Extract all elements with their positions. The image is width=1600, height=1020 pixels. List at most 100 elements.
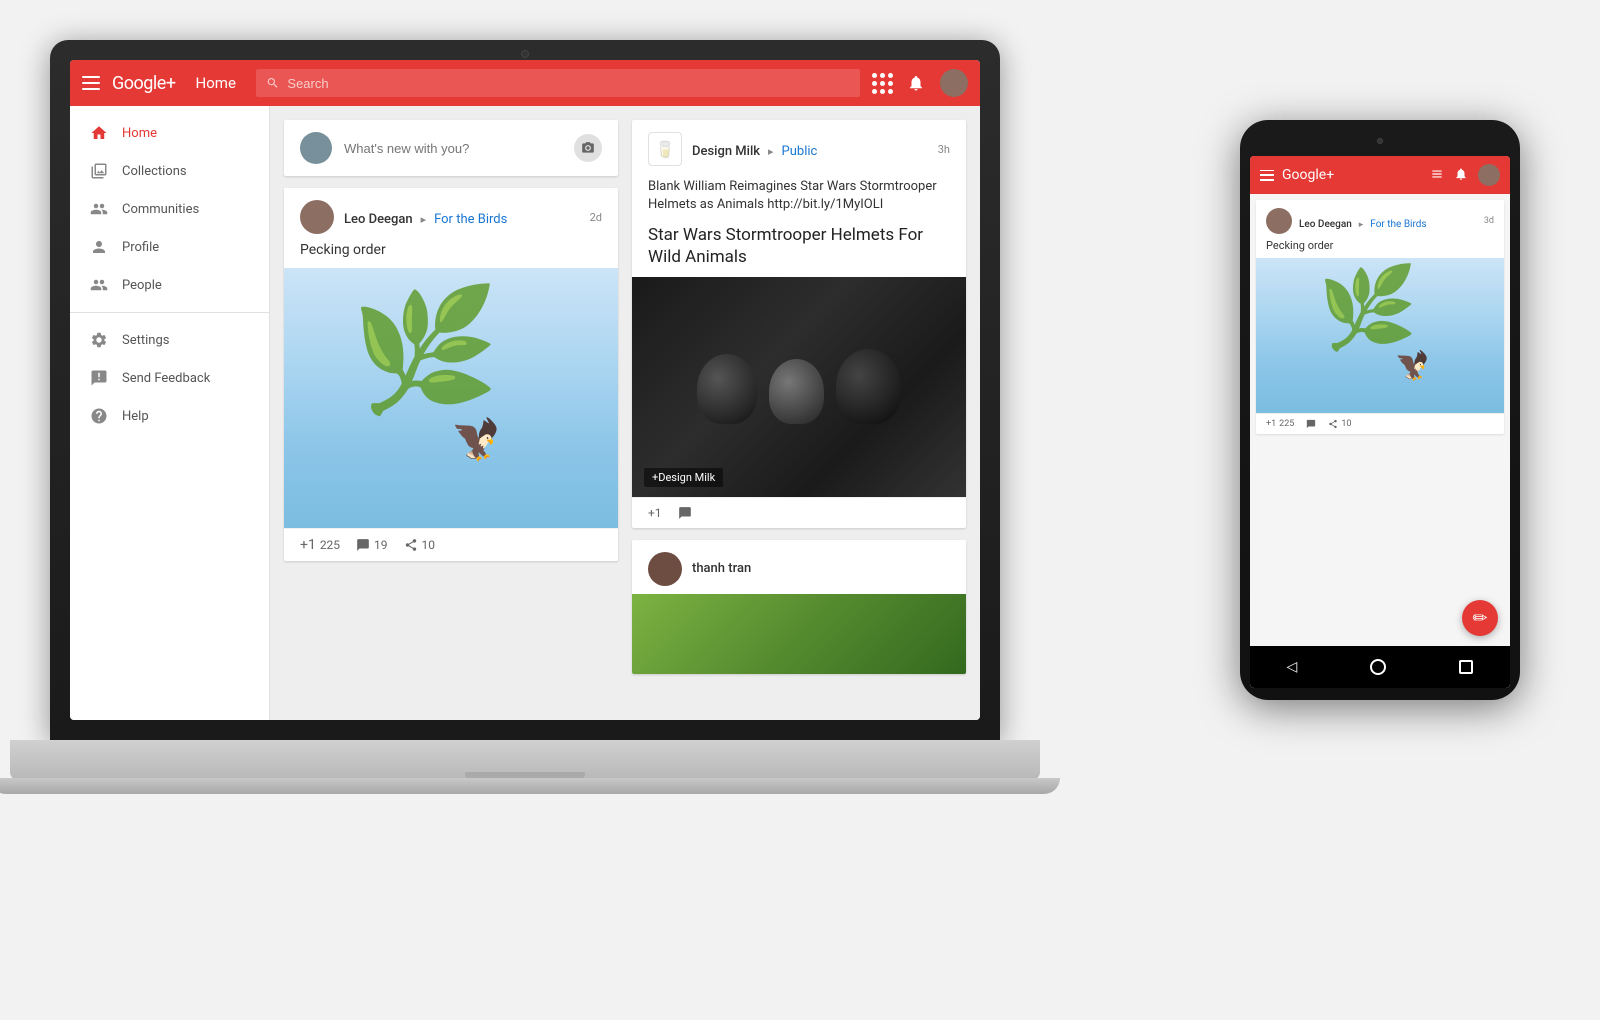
dm-avatar: 🥛 xyxy=(648,132,682,166)
dm-headline: Star Wars Stormtrooper Helmets For Wild … xyxy=(632,220,966,276)
post-image xyxy=(284,268,618,528)
phone-notifications-icon[interactable] xyxy=(1454,166,1468,185)
laptop-foot xyxy=(0,778,1060,794)
phone-screen: Google+ xyxy=(1250,156,1510,688)
bird-scene xyxy=(284,268,618,528)
fab-compose-button[interactable]: ✏ xyxy=(1462,600,1498,636)
phone-post-actions: +1 225 10 xyxy=(1256,413,1504,434)
scene: Google+ Home xyxy=(0,0,1600,1020)
phone-hamburger-icon[interactable] xyxy=(1260,170,1274,181)
dm-time: 3h xyxy=(938,143,950,156)
post-arrow: ▸ xyxy=(421,213,427,226)
design-milk-card: 🥛 Design Milk ▸ Public 3h xyxy=(632,120,966,528)
tt-header: thanh tran xyxy=(632,540,966,594)
phone-post-author[interactable]: Leo Deegan xyxy=(1299,219,1352,230)
tt-author[interactable]: thanh tran xyxy=(692,561,751,576)
phone-nav-bar: ◁ xyxy=(1250,646,1510,688)
share-count: 10 xyxy=(422,538,436,552)
laptop-base xyxy=(10,740,1040,780)
sidebar-item-communities[interactable]: Communities xyxy=(70,190,269,228)
post-header: Leo Deegan ▸ For the Birds 2d xyxy=(284,188,618,242)
phone-post-avatar xyxy=(1266,208,1292,234)
phone-apps-icon[interactable] xyxy=(1430,166,1444,185)
like-button[interactable]: +1 225 xyxy=(300,537,340,553)
profile-icon xyxy=(90,238,108,256)
search-bar[interactable] xyxy=(256,69,860,97)
hamburger-icon[interactable] xyxy=(82,76,100,90)
phone-user-avatar[interactable] xyxy=(1478,164,1500,186)
phone-post-collection[interactable]: For the Birds xyxy=(1370,219,1426,230)
phone-share-icon xyxy=(1328,419,1338,429)
sidebar-label-profile: Profile xyxy=(122,240,159,255)
thanh-tran-card: thanh tran xyxy=(632,540,966,674)
phone-like-button[interactable]: +1 225 xyxy=(1266,419,1294,429)
phone-bird-scene xyxy=(1256,258,1504,413)
communities-icon xyxy=(90,200,108,218)
phone: Google+ xyxy=(1240,120,1520,700)
app-header: Google+ Home xyxy=(70,60,980,106)
sidebar-item-profile[interactable]: Profile xyxy=(70,228,269,266)
dm-author[interactable]: Design Milk xyxy=(692,144,760,159)
plus-one-icon: +1 xyxy=(300,537,316,553)
post-meta: Leo Deegan ▸ For the Birds xyxy=(344,208,580,227)
post-collection[interactable]: For the Birds xyxy=(434,212,507,227)
post-title: Pecking order xyxy=(284,242,618,268)
camera-button[interactable] xyxy=(574,134,602,162)
laptop-camera xyxy=(521,50,529,58)
new-post-input[interactable] xyxy=(344,141,562,156)
phone-post-title: Pecking order xyxy=(1256,239,1504,258)
comment-count: 19 xyxy=(374,538,388,552)
help-icon xyxy=(90,407,108,425)
user-avatar[interactable] xyxy=(940,69,968,97)
helmet-3 xyxy=(836,349,901,424)
header-actions xyxy=(872,69,968,97)
app-logo: Google+ xyxy=(112,73,176,94)
people-icon xyxy=(90,276,108,294)
bird-post-card: Leo Deegan ▸ For the Birds 2d Pecking or… xyxy=(284,188,618,561)
tt-image xyxy=(632,594,966,674)
phone-home-button[interactable] xyxy=(1370,659,1386,675)
share-button[interactable]: 10 xyxy=(404,538,436,552)
phone-recents-button[interactable] xyxy=(1459,660,1473,674)
sidebar-item-home[interactable]: Home xyxy=(70,114,269,152)
sidebar-item-collections[interactable]: Collections xyxy=(70,152,269,190)
helmet-1 xyxy=(697,354,757,424)
feedback-icon xyxy=(90,369,108,387)
sidebar-item-feedback[interactable]: Send Feedback xyxy=(70,359,269,397)
dm-comment-icon xyxy=(678,506,692,520)
page-title: Home xyxy=(196,74,236,92)
sidebar-label-people: People xyxy=(122,278,162,293)
laptop-body: Google+ Home xyxy=(50,40,1000,740)
phone-share-button[interactable]: 10 xyxy=(1328,419,1351,429)
comment-button[interactable]: 19 xyxy=(356,538,388,552)
apps-icon[interactable] xyxy=(872,73,892,93)
sidebar-divider xyxy=(70,312,269,313)
phone-comment-icon xyxy=(1306,419,1316,429)
phone-share-count: 10 xyxy=(1341,419,1351,429)
sidebar-item-settings[interactable]: Settings xyxy=(70,321,269,359)
dm-like-button[interactable]: +1 xyxy=(648,506,662,520)
phone-bird-card: Leo Deegan ▸ For the Birds 3d Pecking or… xyxy=(1256,200,1504,434)
share-icon xyxy=(404,538,418,552)
sidebar-item-help[interactable]: Help xyxy=(70,397,269,435)
phone-header-actions xyxy=(1430,164,1500,186)
post-author[interactable]: Leo Deegan xyxy=(344,212,413,227)
post-avatar[interactable] xyxy=(300,200,334,234)
post-actions: +1 225 19 10 xyxy=(284,528,618,561)
dm-meta: Design Milk ▸ Public xyxy=(692,140,928,159)
sidebar-item-people[interactable]: People xyxy=(70,266,269,304)
content-area: Leo Deegan ▸ For the Birds 2d Pecking or… xyxy=(270,106,980,720)
tt-avatar xyxy=(648,552,682,586)
left-column: Leo Deegan ▸ For the Birds 2d Pecking or… xyxy=(284,120,618,706)
helmet-display xyxy=(697,349,901,424)
phone-comment-button[interactable] xyxy=(1306,419,1316,429)
search-input[interactable] xyxy=(287,76,850,91)
dm-comment-button[interactable] xyxy=(678,506,692,520)
helmet-2 xyxy=(769,359,824,424)
dm-plus-one-icon: +1 xyxy=(648,506,662,520)
sidebar-label-home: Home xyxy=(122,126,157,141)
notifications-icon[interactable] xyxy=(906,73,926,93)
dm-actions: +1 xyxy=(632,497,966,528)
phone-header: Google+ xyxy=(1250,156,1510,194)
phone-back-button[interactable]: ◁ xyxy=(1287,659,1298,675)
